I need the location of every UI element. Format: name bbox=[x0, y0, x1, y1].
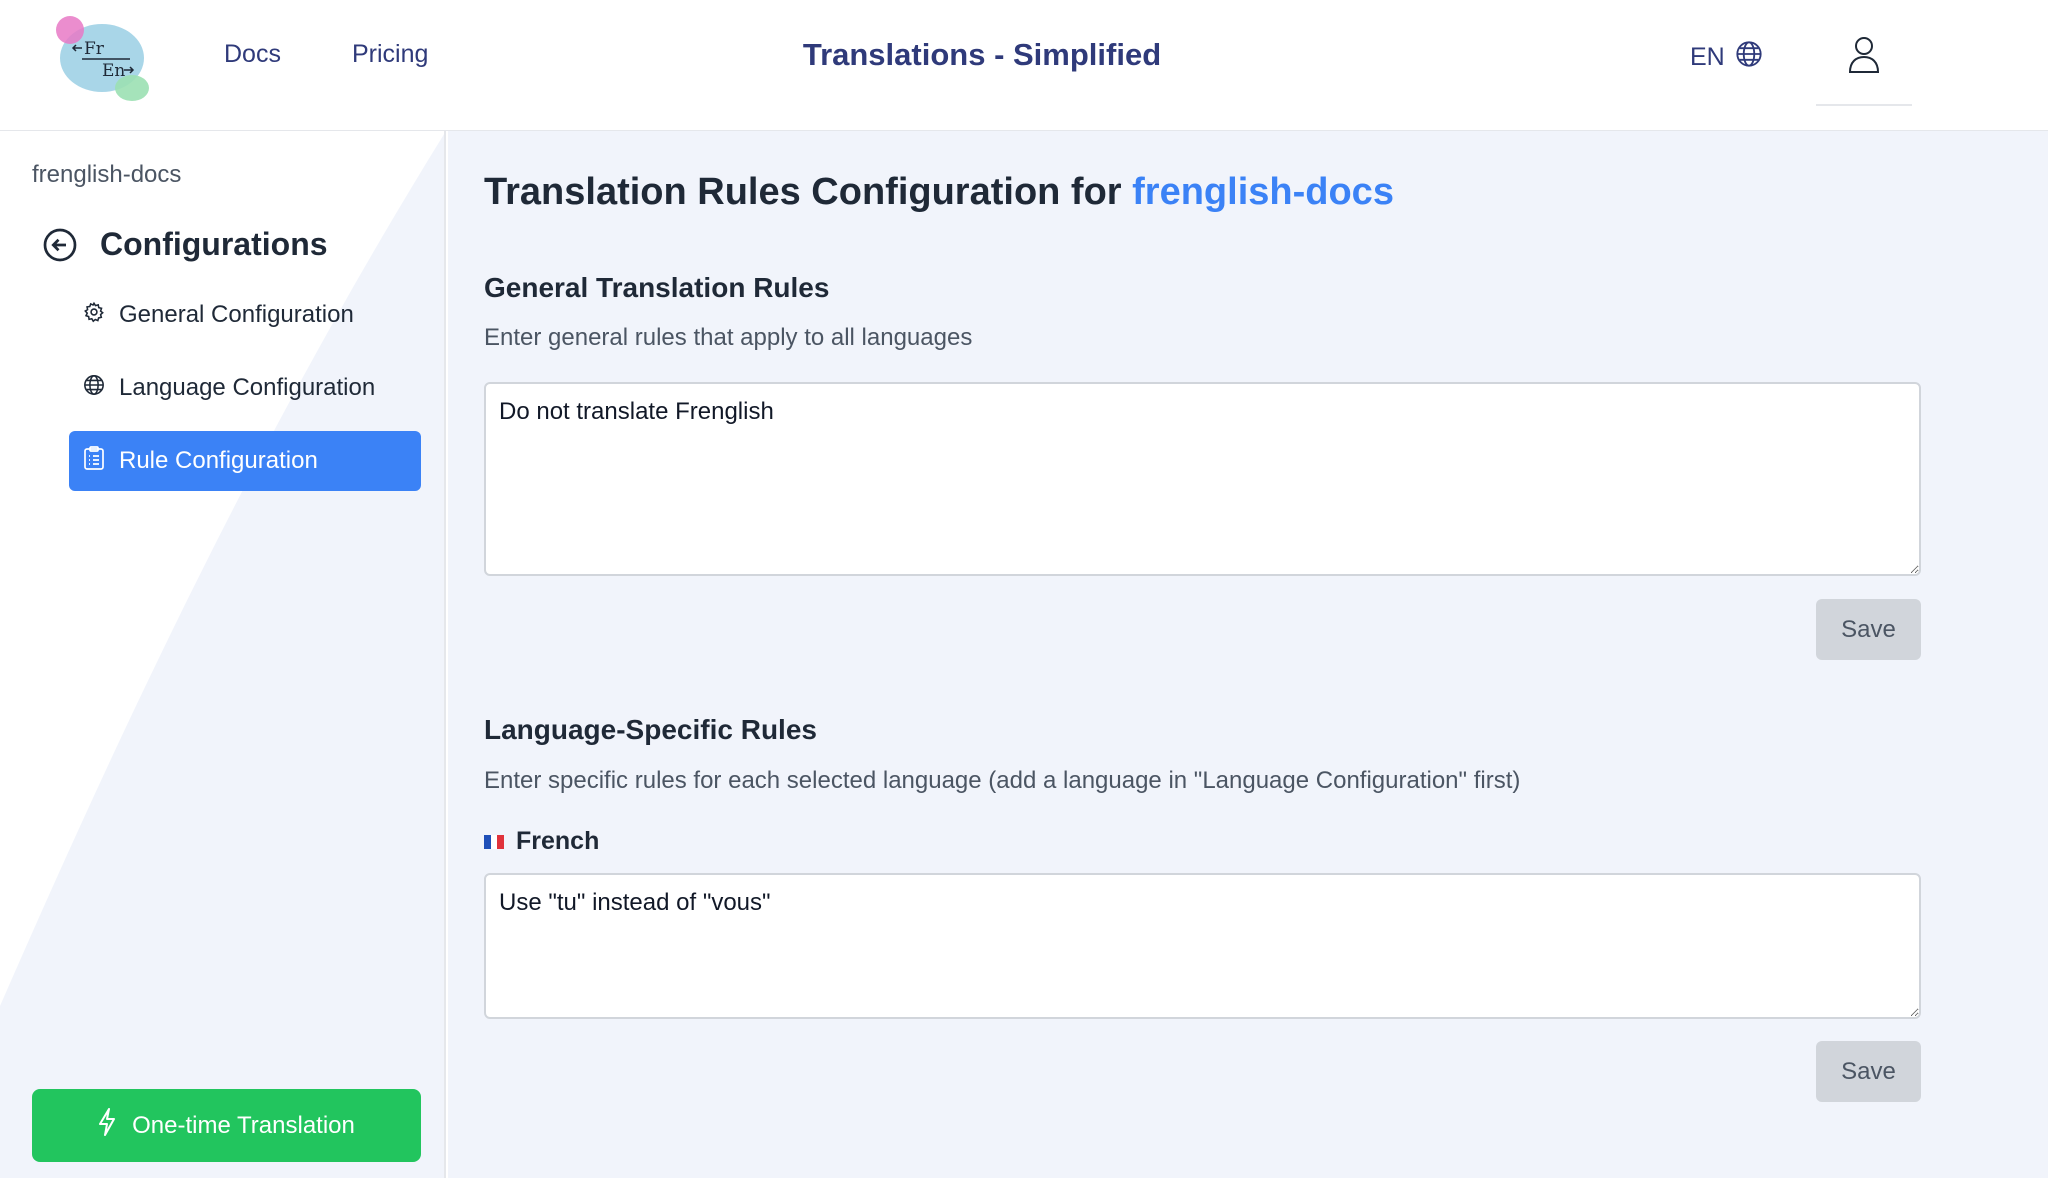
sidebar-item-language-configuration[interactable]: Language Configuration bbox=[69, 358, 421, 418]
one-time-translation-button[interactable]: One-time Translation bbox=[32, 1089, 421, 1162]
back-arrow-icon[interactable] bbox=[42, 227, 78, 263]
page-title-project: frenglish-docs bbox=[1132, 171, 1394, 213]
language-switcher[interactable]: EN bbox=[1690, 40, 1763, 75]
language-name: French bbox=[516, 827, 600, 855]
configurations-header: Configurations bbox=[42, 226, 328, 263]
general-rules-heading: General Translation Rules bbox=[484, 272, 830, 303]
lightning-icon bbox=[98, 1108, 116, 1143]
sidebar: frenglish-docs Configurations General Co… bbox=[0, 131, 446, 1178]
configurations-title: Configurations bbox=[100, 226, 328, 262]
page-title-prefix: Translation Rules Configuration for bbox=[484, 171, 1122, 213]
clipboard-list-icon bbox=[83, 445, 105, 477]
app-title: Translations - Simplified bbox=[802, 37, 1162, 72]
one-time-translation-label: One-time Translation bbox=[132, 1111, 355, 1139]
french-flag-icon bbox=[484, 827, 504, 856]
save-general-rules-button[interactable]: Save bbox=[1816, 599, 1921, 660]
project-name: frenglish-docs bbox=[32, 161, 182, 188]
general-rules-textarea[interactable]: Do not translate Frenglish bbox=[484, 382, 1921, 576]
sidebar-item-rule-configuration[interactable]: Rule Configuration bbox=[69, 431, 421, 491]
user-menu-button[interactable] bbox=[1816, 28, 1912, 106]
sidebar-item-general-configuration[interactable]: General Configuration bbox=[69, 285, 421, 345]
page-title: Translation Rules Configuration for fren… bbox=[484, 171, 1394, 214]
globe-icon bbox=[83, 374, 105, 403]
main-content: Translation Rules Configuration for fren… bbox=[448, 131, 2048, 1178]
gear-icon bbox=[83, 301, 105, 330]
general-rules-description: Enter general rules that apply to all la… bbox=[484, 324, 973, 351]
sidebar-item-label: Rule Configuration bbox=[119, 447, 318, 474]
language-code: EN bbox=[1690, 43, 1725, 71]
french-rules-textarea[interactable]: Use "tu" instead of "vous" bbox=[484, 873, 1921, 1019]
language-specific-rules-heading: Language-Specific Rules bbox=[484, 714, 817, 745]
language-specific-rules-description: Enter specific rules for each selected l… bbox=[484, 767, 1521, 794]
sidebar-item-label: General Configuration bbox=[119, 301, 354, 328]
globe-icon bbox=[1735, 40, 1763, 75]
sidebar-item-label: Language Configuration bbox=[119, 374, 376, 401]
language-label-french: French bbox=[484, 827, 599, 856]
top-header: Fr En Docs Pricing Translations - Simpli… bbox=[0, 0, 2048, 131]
save-french-rules-button[interactable]: Save bbox=[1816, 1041, 1921, 1102]
